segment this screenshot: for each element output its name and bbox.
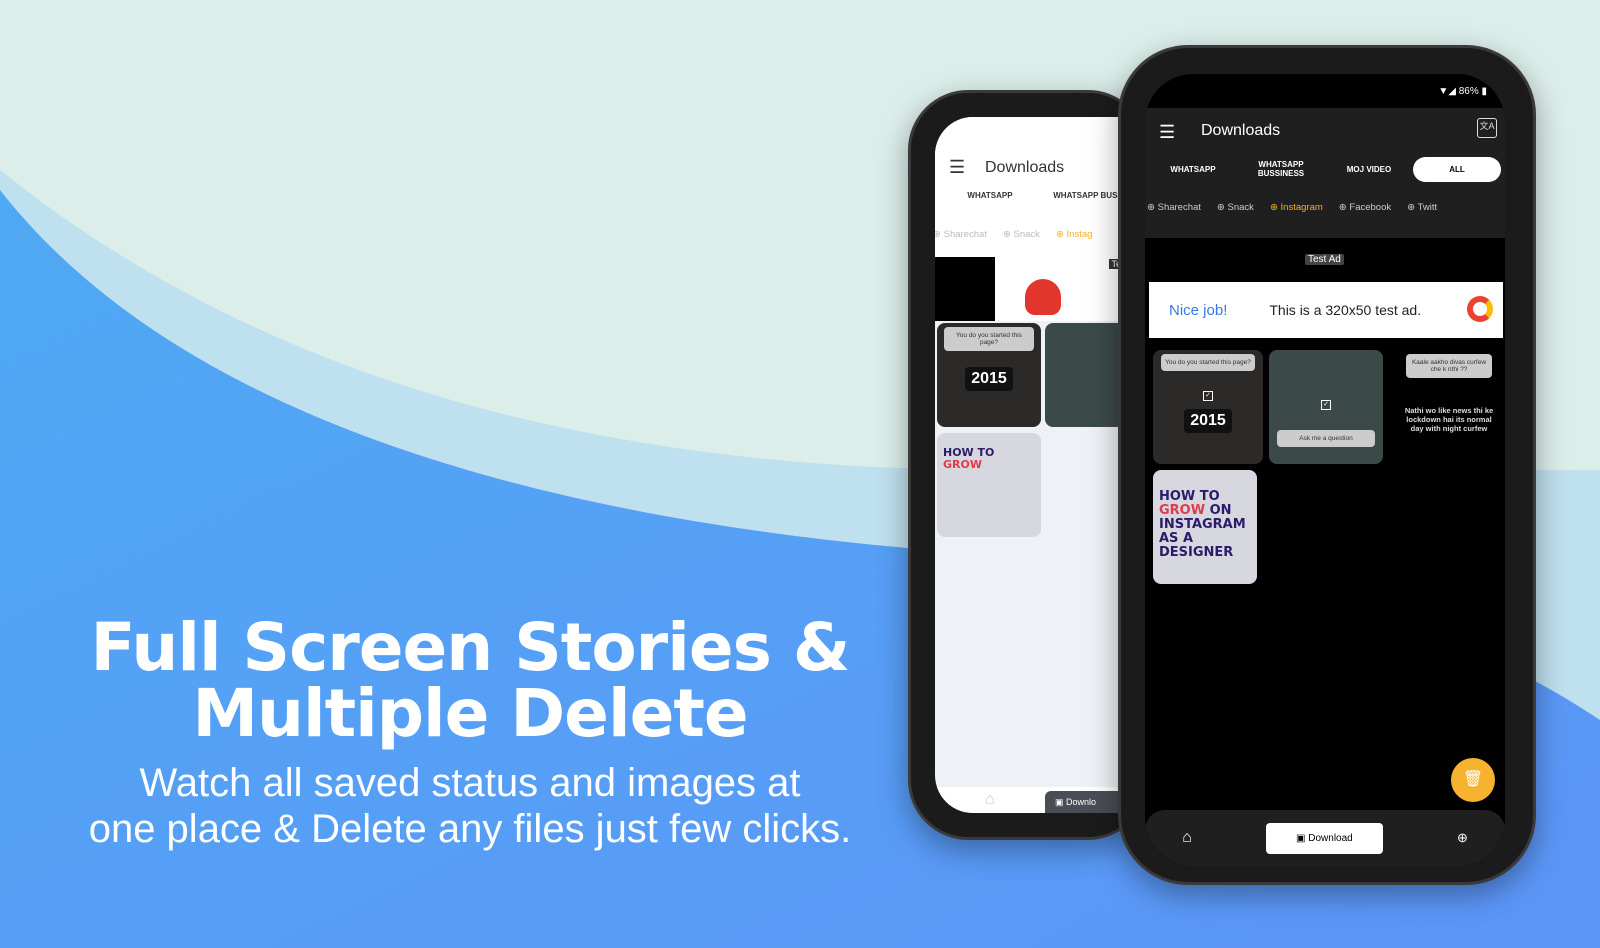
thumbnail[interactable]: HOW TO GROW ON INSTAGRAM AS A DESIGNER [1153, 470, 1257, 584]
tab-whatsapp[interactable]: WHATSAPP [935, 183, 1045, 208]
ad-text: This is a 320x50 test ad. [1269, 302, 1422, 318]
source-twitter[interactable]: ⊕ Twitt [1407, 202, 1437, 213]
thumbnail[interactable]: You do you started this page? ✓ 2015 [1153, 350, 1263, 464]
source-sharechat[interactable]: ⊕ Sharechat [935, 229, 987, 240]
ads-logo-icon [1467, 296, 1493, 322]
nav-download[interactable]: ▣ Download [1266, 822, 1383, 854]
tab-whatsapp-business[interactable]: WHATSAPP BUSSINESS [1237, 152, 1325, 186]
promo-headline: Full Screen Stories & Multiple Delete [90, 609, 851, 752]
thumbnail[interactable] [1045, 323, 1125, 427]
tab-whatsapp[interactable]: WHATSAPP [1149, 157, 1237, 182]
trash-icon: 🗑 [1462, 771, 1484, 788]
delete-button[interactable]: 🗑 [1451, 758, 1495, 802]
source-instagram[interactable]: ⊕ Instag [1056, 229, 1093, 240]
thumbnail[interactable]: ✓ Ask me a question [1269, 350, 1383, 464]
translate-icon[interactable]: 文A [1477, 118, 1497, 138]
app-title: Downloads [985, 159, 1065, 176]
mascot-icon [1025, 279, 1061, 315]
thumbnail[interactable]: HOW TO GROW [937, 433, 1041, 537]
bottom-nav: ⌂ ▣ Download ⊕ [1145, 810, 1505, 866]
home-icon[interactable]: ⌂ [985, 791, 995, 809]
menu-icon[interactable]: ☰ [949, 157, 965, 178]
download-icon[interactable]: ⊕ [1457, 830, 1468, 846]
source-facebook[interactable]: ⊕ Facebook [1339, 202, 1391, 213]
notch [1225, 74, 1425, 108]
app-title: Downloads [1201, 122, 1281, 139]
menu-icon[interactable]: ☰ [1159, 122, 1175, 143]
tab-moj-video[interactable]: MOJ VIDEO [1325, 157, 1413, 182]
promo-subtitle: Watch all saved status and images at one … [88, 761, 852, 851]
back-phone: ☰ Downloads WHATSAPP WHATSAPP BUSSINESS ⊕… [908, 90, 1148, 840]
checkbox-checked-icon[interactable]: ✓ [1203, 391, 1213, 401]
thumbnail[interactable]: You do you started this page? 2015 [937, 323, 1041, 427]
source-snack[interactable]: ⊕ Snack [1003, 229, 1040, 240]
ad-headline: Nice job! [1169, 301, 1228, 319]
source-instagram[interactable]: ⊕ Instagram [1270, 202, 1323, 213]
source-snack[interactable]: ⊕ Snack [1217, 202, 1254, 213]
thumbnail[interactable]: Kaale aakho divas curfew che k nthi ?? Na… [1399, 350, 1499, 464]
front-phone: ▼◢ 86% ▮ ☰ Downloads 文A WHATSAPP WHATSAP… [1118, 45, 1536, 885]
source-sharechat[interactable]: ⊕ Sharechat [1147, 202, 1201, 213]
ad-banner[interactable]: Nice job! This is a 320x50 test ad. [1149, 282, 1503, 338]
checkbox-checked-icon[interactable]: ✓ [1321, 400, 1331, 410]
home-icon[interactable]: ⌂ [1182, 829, 1192, 847]
tab-all[interactable]: ALL [1413, 156, 1501, 182]
ad-label: Test Ad [1305, 254, 1344, 265]
status-bar: ▼◢ 86% ▮ [1438, 86, 1487, 97]
